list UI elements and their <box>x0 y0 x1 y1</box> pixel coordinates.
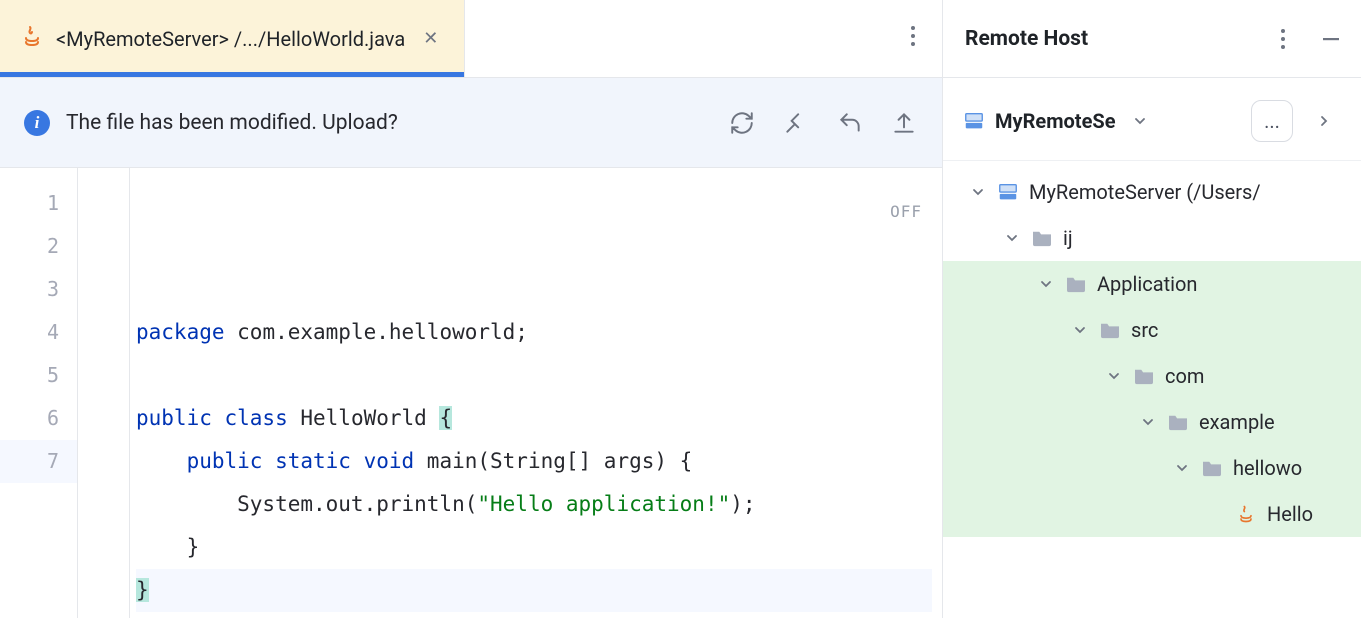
remote-tree: MyRemoteServer (/Users/ij Application srcc… <box>943 161 1361 618</box>
tree-node[interactable]: Application <box>943 261 1361 307</box>
line-number: 3 <box>0 268 77 311</box>
upload-button[interactable] <box>890 109 918 137</box>
tree-node[interactable]: Hello <box>943 491 1361 537</box>
editor-tab[interactable]: <MyRemoteServer> /.../HelloWorld.java ✕ <box>0 0 465 77</box>
upload-banner: i The file has been modified. Upload? <box>0 78 942 168</box>
code-area: 1234567 OFF package com.example.hellowor… <box>0 168 942 618</box>
line-number: 7 <box>0 440 77 483</box>
server-selector-row: MyRemoteSe ... <box>943 78 1361 161</box>
editor-pane: <MyRemoteServer> /.../HelloWorld.java ✕ … <box>0 0 943 618</box>
inspection-off-indicator[interactable]: OFF <box>890 190 922 233</box>
server-selector-label[interactable]: MyRemoteSe <box>995 109 1116 133</box>
panel-title: Remote Host <box>965 27 1088 51</box>
folder-icon <box>1065 275 1087 293</box>
java-file-icon <box>1235 504 1257 524</box>
code-line[interactable]: } <box>136 526 932 569</box>
line-number: 2 <box>0 225 77 268</box>
chevron-down-icon[interactable] <box>1139 415 1157 429</box>
tree-node-label: ij <box>1063 226 1073 250</box>
tree-node[interactable]: com <box>943 353 1361 399</box>
tree-node-label: com <box>1165 364 1204 388</box>
tree-node-label: MyRemoteServer (/Users/ <box>1029 180 1261 204</box>
refresh-button[interactable] <box>728 109 756 137</box>
diff-merge-button[interactable] <box>782 109 810 137</box>
tree-node[interactable]: MyRemoteServer (/Users/ <box>943 169 1361 215</box>
remote-host-panel: Remote Host MyRemoteSe ... MyRemoteServe… <box>943 0 1361 618</box>
code-buffer[interactable]: OFF package com.example.helloworld; publ… <box>130 168 942 618</box>
line-number: 4 <box>0 311 77 354</box>
panel-options-button[interactable] <box>1269 25 1297 53</box>
panel-minimize-button[interactable] <box>1317 25 1345 53</box>
server-icon <box>997 181 1019 203</box>
code-line[interactable]: } <box>136 569 932 612</box>
revert-button[interactable] <box>836 109 864 137</box>
server-icon <box>963 110 985 132</box>
tree-node-label: example <box>1199 410 1275 434</box>
go-button[interactable] <box>1303 100 1345 142</box>
tree-node-label: src <box>1131 318 1158 342</box>
close-tab-button[interactable]: ✕ <box>417 24 444 53</box>
line-number: 6 <box>0 397 77 440</box>
folder-icon <box>1031 229 1053 247</box>
overflow-button[interactable]: ... <box>1251 100 1293 142</box>
tree-node[interactable]: ij <box>943 215 1361 261</box>
gutter: 1234567 <box>0 168 78 618</box>
code-line[interactable]: public static void main(String[] args) { <box>136 440 932 483</box>
chevron-down-icon[interactable] <box>1003 231 1021 245</box>
chevron-down-icon[interactable] <box>1105 369 1123 383</box>
chevron-down-icon[interactable] <box>1173 461 1191 475</box>
server-selector-chevron[interactable] <box>1126 107 1154 135</box>
panel-header: Remote Host <box>943 0 1361 78</box>
chevron-down-icon[interactable] <box>1037 277 1055 291</box>
line-number: 5 <box>0 354 77 397</box>
tab-overflow-button[interactable] <box>884 25 942 52</box>
tree-node[interactable]: src <box>943 307 1361 353</box>
code-line[interactable]: public class HelloWorld { <box>136 397 932 440</box>
folder-icon <box>1201 459 1223 477</box>
code-line[interactable]: System.out.println("Hello application!")… <box>136 483 932 526</box>
tree-node-label: hellowo <box>1233 456 1302 480</box>
folder-icon <box>1167 413 1189 431</box>
folder-icon <box>1133 367 1155 385</box>
banner-message: The file has been modified. Upload? <box>66 111 398 135</box>
tree-node[interactable]: hellowo <box>943 445 1361 491</box>
folder-icon <box>1099 321 1121 339</box>
tab-bar: <MyRemoteServer> /.../HelloWorld.java ✕ <box>0 0 942 78</box>
chevron-down-icon[interactable] <box>969 185 987 199</box>
java-file-icon <box>20 24 44 53</box>
code-line[interactable]: package com.example.helloworld; <box>136 311 932 354</box>
chevron-down-icon[interactable] <box>1071 323 1089 337</box>
tree-node-label: Hello <box>1267 502 1313 526</box>
line-number: 1 <box>0 182 77 225</box>
info-icon: i <box>24 110 50 136</box>
code-line[interactable] <box>136 354 932 397</box>
tree-node-label: Application <box>1097 272 1197 296</box>
gutter-spacer <box>78 168 130 618</box>
editor-tab-label: <MyRemoteServer> /.../HelloWorld.java <box>56 27 405 51</box>
tree-node[interactable]: example <box>943 399 1361 445</box>
